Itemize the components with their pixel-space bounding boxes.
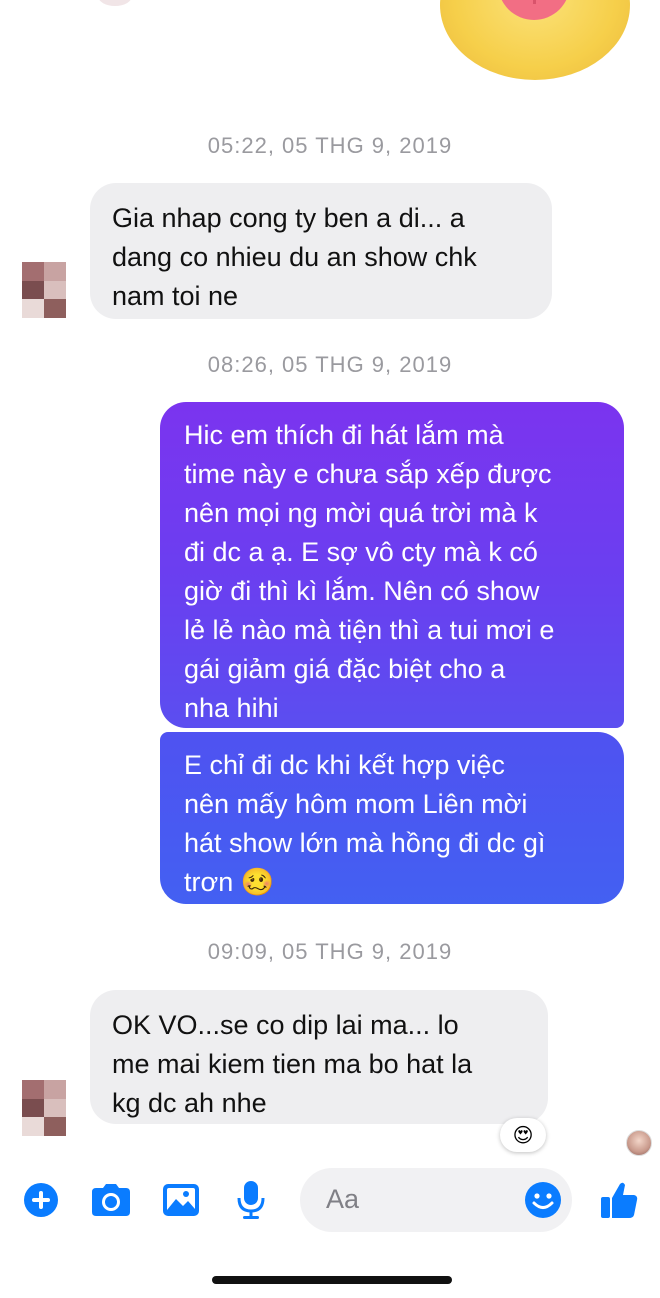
smiley-icon xyxy=(525,1182,561,1218)
message-bubble-outgoing-1[interactable]: Hic em thích đi hát lắm mà time này e ch… xyxy=(160,402,624,728)
plus-circle-icon xyxy=(24,1183,58,1217)
timestamp-2: 08:26, 05 THG 9, 2019 xyxy=(207,352,453,377)
thumbs-up-icon xyxy=(601,1182,638,1218)
message-line: E chỉ đi dc khi kết hợp việc xyxy=(184,750,505,780)
woozy-face-emoji: 🥴 xyxy=(240,867,275,897)
message-bubble-incoming-1[interactable]: Gia nhap cong ty ben a di... a dang co n… xyxy=(90,183,552,319)
message-line: nam toi ne xyxy=(112,281,239,311)
message-line: nên mọi ng mời quá trời mà k xyxy=(184,498,538,528)
heart-eyes-emoji: 😍 xyxy=(512,1124,534,1147)
message-line: kg dc ah nhe xyxy=(112,1088,267,1118)
message-input-placeholder: Aa xyxy=(326,1184,360,1214)
message-line: đi dc a ạ. E sợ vô cty mà k có xyxy=(184,537,538,567)
message-line: OK VO...se co dip lai ma... lo xyxy=(112,1010,459,1040)
message-line: nên mấy hôm mom Liên mời xyxy=(184,789,528,819)
message-line: lẻ lẻ nào mà tiện thì a tui mơi e xyxy=(184,615,555,645)
home-indicator xyxy=(212,1276,452,1284)
message-line: Hic em thích đi hát lắm mà xyxy=(184,420,504,450)
message-line: hát show lớn mà hồng đi dc gì xyxy=(184,828,546,858)
add-button[interactable] xyxy=(16,1174,66,1226)
sender-avatar-2 xyxy=(22,1080,66,1136)
message-bubble-incoming-2[interactable]: OK VO...se co dip lai ma... lo me mai ki… xyxy=(90,990,548,1124)
timestamp-3: 09:09, 05 THG 9, 2019 xyxy=(207,939,453,964)
message-line-last: trơn 🥴 xyxy=(184,867,275,897)
voice-button[interactable] xyxy=(226,1174,276,1226)
message-line: giờ đi thì kì lắm. Nên có show xyxy=(184,576,540,606)
image-icon xyxy=(163,1184,199,1216)
reaction-badge[interactable]: 😍 xyxy=(500,1118,546,1152)
seen-avatar xyxy=(626,1130,652,1156)
timestamp-1: 05:22, 05 THG 9, 2019 xyxy=(207,133,453,158)
message-line: gái giảm giá đặc biệt cho a xyxy=(184,654,506,684)
message-line: dang co nhieu du an show chk xyxy=(112,242,477,272)
message-line: time này e chưa sắp xếp được xyxy=(184,459,552,489)
partial-avatar-top xyxy=(98,0,132,6)
sticker-tongue-emoji xyxy=(440,0,630,80)
camera-icon xyxy=(92,1184,130,1216)
gallery-button[interactable] xyxy=(156,1174,206,1226)
microphone-icon xyxy=(237,1181,265,1219)
message-line: Gia nhap cong ty ben a di... a xyxy=(112,203,465,233)
emoji-button[interactable] xyxy=(518,1174,568,1226)
camera-button[interactable] xyxy=(86,1174,136,1226)
sender-avatar-1 xyxy=(22,262,66,318)
message-bubble-outgoing-2[interactable]: E chỉ đi dc khi kết hợp việc nên mấy hôm… xyxy=(160,732,624,904)
like-button[interactable] xyxy=(594,1174,644,1226)
message-line: me mai kiem tien ma bo hat la xyxy=(112,1049,473,1079)
message-line: nha hihi xyxy=(184,693,279,723)
